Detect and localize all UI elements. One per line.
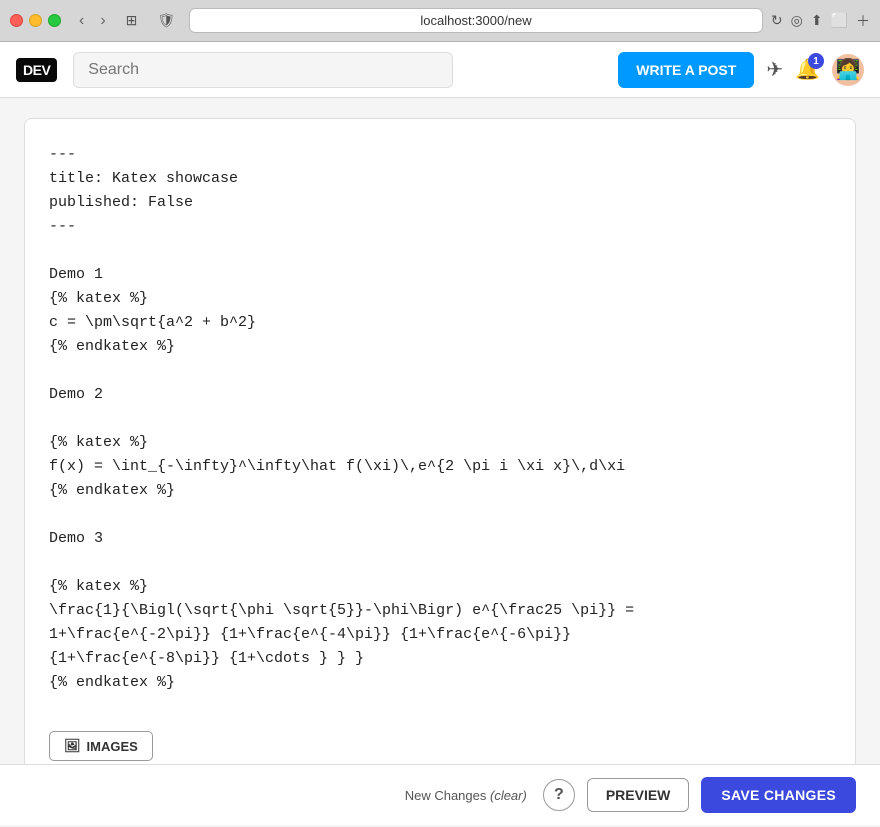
close-button[interactable] [10, 14, 23, 27]
editor-textarea[interactable]: --- title: Katex showcase published: Fal… [49, 143, 831, 695]
share-button[interactable]: ⬆ [811, 12, 823, 29]
help-button[interactable]: ? [543, 779, 575, 811]
avatar[interactable]: 👩‍💻 [832, 54, 864, 86]
back-button[interactable]: ‹ [73, 10, 90, 32]
forward-button[interactable]: › [94, 10, 111, 32]
new-tab-button[interactable]: ⬜ [831, 12, 848, 29]
clear-link[interactable]: (clear) [490, 788, 527, 803]
browser-chrome: ‹ › ⊞ 🛡 localhost:3000/new ↻ ◎ ⬆ ⬜ ＋ [0, 0, 880, 42]
traffic-lights [10, 14, 61, 27]
notification-badge: 1 [808, 53, 824, 69]
images-button[interactable]: 🖼 IMAGES [49, 731, 153, 761]
save-changes-button[interactable]: SAVE CHANGES [701, 777, 856, 813]
maximize-button[interactable] [48, 14, 61, 27]
tab-layout-button[interactable]: ⊞ [120, 10, 144, 31]
images-label: IMAGES [87, 739, 138, 754]
avatar-emoji: 👩‍💻 [836, 57, 861, 82]
preview-button[interactable]: PREVIEW [587, 778, 690, 812]
url-text: localhost:3000/new [420, 13, 531, 28]
dev-logo[interactable]: DEV [16, 58, 57, 82]
bottom-bar: New Changes (clear) ? PREVIEW SAVE CHANG… [0, 764, 880, 825]
search-input[interactable] [73, 52, 453, 88]
navbar-right: WRITE A POST ✈ 🔔 1 👩‍💻 [618, 52, 864, 88]
send-icon-button[interactable]: ✈ [766, 57, 783, 82]
nav-buttons: ‹ › [73, 10, 112, 32]
extensions-icon[interactable]: ◎ [791, 12, 803, 29]
refresh-button[interactable]: ↻ [771, 12, 783, 29]
editor-card: --- title: Katex showcase published: Fal… [24, 118, 856, 778]
add-button[interactable]: ＋ [856, 11, 870, 31]
minimize-button[interactable] [29, 14, 42, 27]
dev-navbar: DEV WRITE A POST ✈ 🔔 1 👩‍💻 [0, 42, 880, 98]
shield-icon[interactable]: 🛡 [151, 10, 181, 31]
url-bar[interactable]: localhost:3000/new [189, 8, 763, 33]
main-content: --- title: Katex showcase published: Fal… [0, 98, 880, 827]
write-post-button[interactable]: WRITE A POST [618, 52, 754, 88]
new-changes-text: New Changes (clear) [405, 788, 527, 803]
notification-bell-button[interactable]: 🔔 1 [795, 57, 820, 82]
images-icon: 🖼 [64, 738, 81, 754]
editor-footer: 🖼 IMAGES [49, 719, 831, 761]
